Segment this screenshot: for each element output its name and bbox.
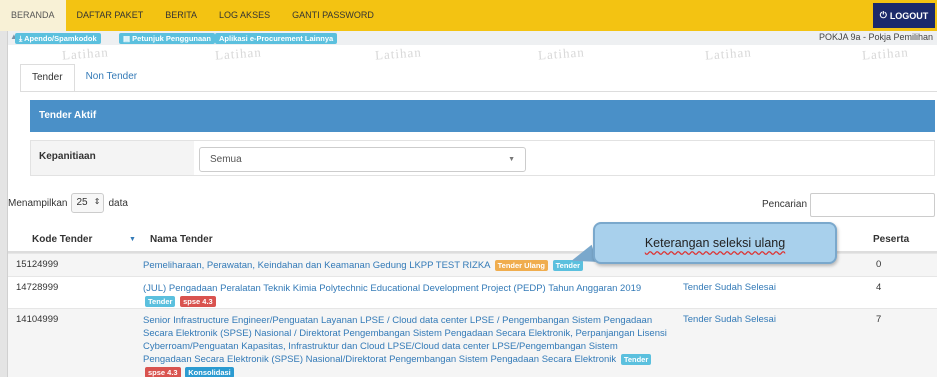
logout-label: LOGOUT — [889, 10, 929, 21]
logout-button[interactable]: ⏻ LOGOUT — [873, 3, 935, 28]
left-gutter — [0, 0, 8, 377]
eproc-lainnya-link[interactable]: Aplikasi e-Procurement Lainnya — [215, 33, 338, 44]
petunjuk-link[interactable]: ▤ Petunjuk Penggunaan — [119, 33, 215, 44]
search-label: Pencarian — [762, 199, 808, 210]
peserta-cell: 7 — [876, 314, 882, 325]
filter-label: Kepanitiaan — [31, 141, 194, 175]
status-cell[interactable]: Tender Sudah Selesai — [683, 282, 776, 293]
length-prefix: Menampilkan — [8, 197, 68, 209]
apendo-link[interactable]: ⤓ Apendo/Spamkodok — [15, 33, 101, 44]
user-info: POKJA 9a - Pokja Pemilihan — [818, 32, 933, 42]
watermark: Latihan — [214, 44, 263, 63]
kepanitiaan-select[interactable]: Semua ▼ — [199, 147, 526, 172]
filter-value: Semua — [210, 154, 242, 165]
nama-cell: (JUL) Pengadaan Peralatan Teknik Kimia P… — [143, 282, 668, 308]
badge: spse 4.3 — [145, 366, 181, 377]
tender-link[interactable]: Senior Infrastructure Engineer/Penguatan… — [143, 315, 667, 365]
tab-tender[interactable]: Tender — [20, 64, 75, 92]
callout-text: Keterangan seleksi ulang — [644, 236, 786, 250]
table-row: 14104999 Senior Infrastructure Engineer/… — [8, 308, 937, 377]
quicklinks-bar: ▲ ⤓ Apendo/Spamkodok ▤ Petunjuk Pengguna… — [8, 31, 937, 45]
kode-cell: 14104999 — [16, 314, 59, 325]
col-nama[interactable]: Nama Tender — [150, 234, 213, 245]
status-cell[interactable]: Tender Sudah Selesai — [683, 314, 776, 325]
watermark: Latihan — [704, 44, 753, 63]
annotation-callout: Keterangan seleksi ulang — [593, 222, 837, 264]
nav-daftar-paket[interactable]: DAFTAR PAKET — [66, 0, 155, 31]
sort-desc-icon[interactable]: ▼ — [129, 236, 136, 243]
tender-link[interactable]: Pemeliharaan, Perawatan, Keindahan dan K… — [143, 260, 490, 271]
top-nav: BERANDA DAFTAR PAKET BERITA LOG AKSES GA… — [0, 0, 937, 31]
nav-beranda[interactable]: BERANDA — [0, 0, 66, 31]
search-input[interactable] — [810, 193, 935, 217]
watermark: Latihan — [537, 44, 586, 63]
caret-down-icon: ▼ — [508, 156, 515, 163]
badge: Konsolidasi — [185, 366, 234, 377]
col-peserta[interactable]: Peserta — [873, 234, 909, 245]
nav-ganti-password[interactable]: GANTI PASSWORD — [281, 0, 385, 31]
badge: Tender Ulang — [494, 259, 548, 271]
length-control: Menampilkan 25 ⇕ data — [8, 193, 128, 213]
col-kode[interactable]: Kode Tender — [32, 234, 92, 245]
kode-cell: 14728999 — [16, 282, 59, 293]
tab-non-tender[interactable]: Non Tender — [75, 64, 149, 92]
nama-cell: Senior Infrastructure Engineer/Penguatan… — [143, 314, 668, 377]
power-icon: ⏻ — [879, 10, 887, 20]
panel-title: Tender Aktif — [30, 100, 935, 132]
page-length-select[interactable]: 25 ⇕ — [71, 193, 105, 213]
peserta-cell: 0 — [876, 259, 882, 270]
tabs: Tender Non Tender — [20, 64, 148, 92]
nav-log-akses[interactable]: LOG AKSES — [208, 0, 281, 31]
book-icon: ▤ — [123, 34, 133, 43]
nav-berita[interactable]: BERITA — [154, 0, 208, 31]
watermark: Latihan — [861, 44, 910, 63]
kode-cell: 15124999 — [16, 259, 59, 270]
badge: Tender — [620, 353, 652, 365]
table-row: 14728999 (JUL) Pengadaan Peralatan Tekni… — [8, 276, 937, 308]
peserta-cell: 4 — [876, 282, 882, 293]
kepanitiaan-filter: Kepanitiaan Semua ▼ — [30, 140, 935, 176]
watermark: Latihan — [61, 44, 110, 63]
length-suffix: data — [108, 197, 128, 209]
badge: spse 4.3 — [180, 295, 216, 307]
updown-icon: ⇕ — [93, 197, 101, 206]
badge: Tender — [145, 295, 176, 307]
tabs-divider — [20, 91, 937, 92]
watermark: Latihan — [374, 44, 423, 63]
tender-link[interactable]: (JUL) Pengadaan Peralatan Teknik Kimia P… — [143, 283, 641, 294]
